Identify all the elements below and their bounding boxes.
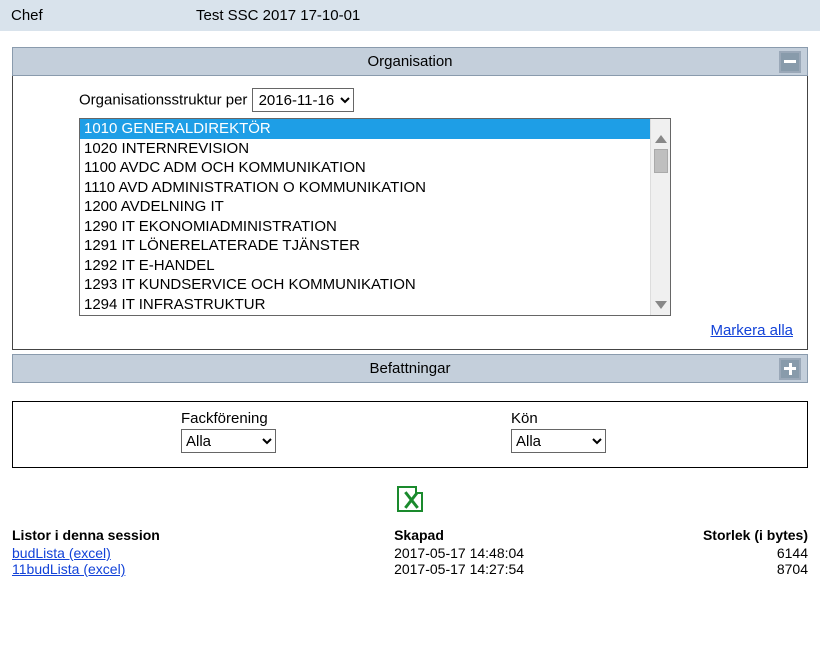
filters-box: Fackförening Alla Kön Alla — [12, 401, 808, 468]
session-size: 6144 — [649, 545, 808, 561]
session-file-link[interactable]: budLista (excel) — [12, 545, 111, 561]
gender-filter: Kön Alla — [511, 410, 606, 453]
scrollbar[interactable] — [650, 119, 670, 315]
session-file-link[interactable]: 11budLista (excel) — [12, 561, 125, 577]
chef-label: Chef — [11, 7, 196, 24]
befattningar-title: Befattningar — [370, 360, 451, 377]
session-table: Listor i denna session Skapad Storlek (i… — [12, 525, 808, 577]
table-row: budLista (excel) 2017-05-17 14:48:046144 — [12, 545, 808, 561]
excel-export-row — [0, 486, 820, 515]
gender-label: Kön — [511, 410, 606, 427]
chef-value: Test SSC 2017 17-10-01 — [196, 7, 360, 24]
org-listbox[interactable]: 1010 GENERALDIREKTÖR1020 INTERNREVISION1… — [79, 118, 671, 316]
org-list-item[interactable]: 1293 IT KUNDSERVICE OCH KOMMUNIKATION — [80, 275, 650, 295]
org-list-item[interactable]: 1290 IT EKONOMIADMINISTRATION — [80, 217, 650, 237]
org-list-item[interactable]: 1292 IT E-HANDEL — [80, 256, 650, 276]
org-list-item[interactable]: 1200 AVDELNING IT — [80, 197, 650, 217]
org-list-item[interactable]: 1010 GENERALDIREKTÖR — [80, 119, 650, 139]
organisation-body: Organisationsstruktur per 2016-11-16 101… — [12, 76, 808, 350]
col-size-header: Storlek (i bytes) — [649, 525, 808, 545]
union-label: Fackförening — [181, 410, 511, 427]
org-list-item[interactable]: 1110 AVD ADMINISTRATION O KOMMUNIKATION — [80, 178, 650, 198]
table-row: 11budLista (excel) 2017-05-17 14:27:54870… — [12, 561, 808, 577]
mark-all-link[interactable]: Markera alla — [710, 322, 793, 339]
union-select[interactable]: Alla — [181, 429, 276, 453]
session-created: 2017-05-17 14:48:04 — [394, 545, 649, 561]
col-name-header: Listor i denna session — [12, 525, 394, 545]
org-list-item[interactable]: 1294 IT INFRASTRUKTUR — [80, 295, 650, 315]
org-list-item[interactable]: 1020 INTERNREVISION — [80, 139, 650, 159]
org-list-item[interactable]: 1291 IT LÖNERELATERADE TJÄNSTER — [80, 236, 650, 256]
org-date-row: Organisationsstruktur per 2016-11-16 — [79, 88, 793, 112]
scroll-thumb[interactable] — [654, 149, 668, 173]
organisation-section: Organisation Organisationsstruktur per 2… — [12, 47, 808, 350]
chef-header: Chef Test SSC 2017 17-10-01 — [0, 0, 820, 31]
gender-select[interactable]: Alla — [511, 429, 606, 453]
union-filter: Fackförening Alla — [181, 410, 511, 453]
org-list-item[interactable]: 1100 AVDC ADM OCH KOMMUNIKATION — [80, 158, 650, 178]
col-created-header: Skapad — [394, 525, 649, 545]
collapse-icon[interactable] — [779, 51, 801, 73]
session-created: 2017-05-17 14:27:54 — [394, 561, 649, 577]
organisation-title: Organisation — [367, 53, 452, 70]
scroll-down-icon[interactable] — [655, 301, 667, 309]
expand-icon[interactable] — [779, 358, 801, 380]
organisation-header[interactable]: Organisation — [12, 47, 808, 76]
scroll-up-icon[interactable] — [655, 135, 667, 143]
session-size: 8704 — [649, 561, 808, 577]
excel-icon[interactable] — [397, 486, 423, 512]
org-date-label: Organisationsstruktur per — [79, 92, 247, 109]
org-date-select[interactable]: 2016-11-16 — [252, 88, 354, 112]
befattningar-section: Befattningar — [12, 354, 808, 383]
befattningar-header[interactable]: Befattningar — [12, 354, 808, 383]
